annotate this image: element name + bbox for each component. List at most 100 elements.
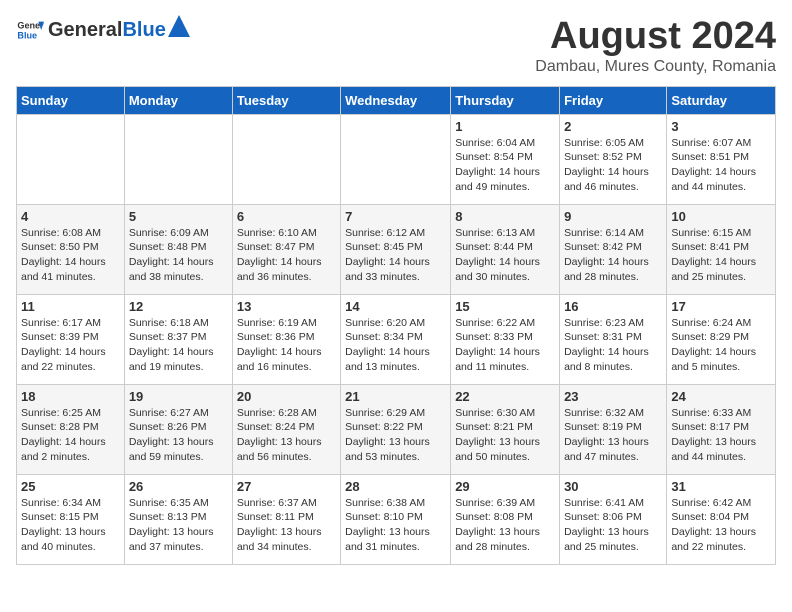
calendar-cell: 26 Sunrise: 6:35 AM Sunset: 8:13 PM Dayli… bbox=[124, 474, 232, 564]
day-info: Sunrise: 6:09 AM Sunset: 8:48 PM Dayligh… bbox=[129, 226, 228, 285]
calendar-cell: 31Sunrise: 6:42 AM Sunset: 8:04 PM Dayli… bbox=[667, 474, 776, 564]
calendar-cell: 12 Sunrise: 6:18 AM Sunset: 8:37 PM Dayli… bbox=[124, 294, 232, 384]
week-row-1: 1 Sunrise: 6:04 AM Sunset: 8:54 PM Daylig… bbox=[17, 114, 776, 204]
day-info: Sunrise: 6:37 AM Sunset: 8:11 PM Dayligh… bbox=[237, 496, 336, 555]
day-number: 14 bbox=[345, 299, 446, 314]
day-number: 20 bbox=[237, 389, 336, 404]
day-number: 28 bbox=[345, 479, 446, 494]
day-info: Sunrise: 6:20 AM Sunset: 8:34 PM Dayligh… bbox=[345, 316, 446, 375]
day-number: 15 bbox=[455, 299, 555, 314]
day-info: Sunrise: 6:24 AM Sunset: 8:29 PM Dayligh… bbox=[671, 316, 771, 375]
svg-text:Blue: Blue bbox=[17, 30, 37, 40]
day-info: Sunrise: 6:41 AM Sunset: 8:06 PM Dayligh… bbox=[564, 496, 662, 555]
day-info: Sunrise: 6:04 AM Sunset: 8:54 PM Dayligh… bbox=[455, 136, 555, 195]
calendar-cell: 10 Sunrise: 6:15 AM Sunset: 8:41 PM Dayli… bbox=[667, 204, 776, 294]
header: General Blue General Blue August 2024 Da… bbox=[16, 16, 776, 76]
day-number: 27 bbox=[237, 479, 336, 494]
day-info: Sunrise: 6:22 AM Sunset: 8:33 PM Dayligh… bbox=[455, 316, 555, 375]
day-info: Sunrise: 6:10 AM Sunset: 8:47 PM Dayligh… bbox=[237, 226, 336, 285]
day-number: 8 bbox=[455, 209, 555, 224]
calendar-cell: 15 Sunrise: 6:22 AM Sunset: 8:33 PM Dayli… bbox=[451, 294, 560, 384]
day-info: Sunrise: 6:08 AM Sunset: 8:50 PM Dayligh… bbox=[21, 226, 120, 285]
calendar-cell: 2 Sunrise: 6:05 AM Sunset: 8:52 PM Daylig… bbox=[560, 114, 667, 204]
calendar-cell: 14 Sunrise: 6:20 AM Sunset: 8:34 PM Dayli… bbox=[341, 294, 451, 384]
day-info: Sunrise: 6:23 AM Sunset: 8:31 PM Dayligh… bbox=[564, 316, 662, 375]
calendar-cell: 29 Sunrise: 6:39 AM Sunset: 8:08 PM Dayli… bbox=[451, 474, 560, 564]
col-header-saturday: Saturday bbox=[667, 86, 776, 114]
day-number: 7 bbox=[345, 209, 446, 224]
col-header-monday: Monday bbox=[124, 86, 232, 114]
calendar-cell: 30 Sunrise: 6:41 AM Sunset: 8:06 PM Dayli… bbox=[560, 474, 667, 564]
day-number: 18 bbox=[21, 389, 120, 404]
day-number: 9 bbox=[564, 209, 662, 224]
day-info: Sunrise: 6:27 AM Sunset: 8:26 PM Dayligh… bbox=[129, 406, 228, 465]
day-info: Sunrise: 6:42 AM Sunset: 8:04 PM Dayligh… bbox=[671, 496, 771, 555]
calendar-cell bbox=[124, 114, 232, 204]
calendar-cell: 27 Sunrise: 6:37 AM Sunset: 8:11 PM Dayli… bbox=[232, 474, 340, 564]
calendar-cell bbox=[232, 114, 340, 204]
day-info: Sunrise: 6:29 AM Sunset: 8:22 PM Dayligh… bbox=[345, 406, 446, 465]
day-number: 21 bbox=[345, 389, 446, 404]
calendar-header: SundayMondayTuesdayWednesdayThursdayFrid… bbox=[17, 86, 776, 114]
calendar-cell bbox=[17, 114, 125, 204]
calendar-cell: 18 Sunrise: 6:25 AM Sunset: 8:28 PM Dayli… bbox=[17, 384, 125, 474]
calendar-cell: 13Sunrise: 6:19 AM Sunset: 8:36 PM Dayli… bbox=[232, 294, 340, 384]
logo-general: General bbox=[48, 19, 122, 42]
title-area: August 2024 Dambau, Mures County, Romani… bbox=[535, 16, 776, 76]
calendar-cell bbox=[341, 114, 451, 204]
day-info: Sunrise: 6:35 AM Sunset: 8:13 PM Dayligh… bbox=[129, 496, 228, 555]
day-number: 5 bbox=[129, 209, 228, 224]
day-info: Sunrise: 6:34 AM Sunset: 8:15 PM Dayligh… bbox=[21, 496, 120, 555]
day-info: Sunrise: 6:05 AM Sunset: 8:52 PM Dayligh… bbox=[564, 136, 662, 195]
day-number: 1 bbox=[455, 119, 555, 134]
calendar-cell: 22 Sunrise: 6:30 AM Sunset: 8:21 PM Dayli… bbox=[451, 384, 560, 474]
day-info: Sunrise: 6:13 AM Sunset: 8:44 PM Dayligh… bbox=[455, 226, 555, 285]
day-info: Sunrise: 6:39 AM Sunset: 8:08 PM Dayligh… bbox=[455, 496, 555, 555]
day-number: 6 bbox=[237, 209, 336, 224]
week-row-2: 4 Sunrise: 6:08 AM Sunset: 8:50 PM Daylig… bbox=[17, 204, 776, 294]
day-info: Sunrise: 6:14 AM Sunset: 8:42 PM Dayligh… bbox=[564, 226, 662, 285]
week-row-3: 11Sunrise: 6:17 AM Sunset: 8:39 PM Dayli… bbox=[17, 294, 776, 384]
day-number: 12 bbox=[129, 299, 228, 314]
day-number: 26 bbox=[129, 479, 228, 494]
calendar-cell: 23Sunrise: 6:32 AM Sunset: 8:19 PM Dayli… bbox=[560, 384, 667, 474]
day-number: 16 bbox=[564, 299, 662, 314]
day-number: 4 bbox=[21, 209, 120, 224]
day-info: Sunrise: 6:18 AM Sunset: 8:37 PM Dayligh… bbox=[129, 316, 228, 375]
day-number: 29 bbox=[455, 479, 555, 494]
calendar-cell: 21 Sunrise: 6:29 AM Sunset: 8:22 PM Dayli… bbox=[341, 384, 451, 474]
calendar-cell: 28 Sunrise: 6:38 AM Sunset: 8:10 PM Dayli… bbox=[341, 474, 451, 564]
day-number: 2 bbox=[564, 119, 662, 134]
col-header-sunday: Sunday bbox=[17, 86, 125, 114]
day-number: 10 bbox=[671, 209, 771, 224]
day-number: 24 bbox=[671, 389, 771, 404]
logo-triangle-icon bbox=[168, 15, 190, 37]
day-info: Sunrise: 6:38 AM Sunset: 8:10 PM Dayligh… bbox=[345, 496, 446, 555]
calendar-cell: 1 Sunrise: 6:04 AM Sunset: 8:54 PM Daylig… bbox=[451, 114, 560, 204]
day-number: 25 bbox=[21, 479, 120, 494]
day-info: Sunrise: 6:19 AM Sunset: 8:36 PM Dayligh… bbox=[237, 316, 336, 375]
calendar-cell: 8 Sunrise: 6:13 AM Sunset: 8:44 PM Daylig… bbox=[451, 204, 560, 294]
main-title: August 2024 bbox=[535, 16, 776, 58]
logo: General Blue General Blue bbox=[16, 16, 190, 44]
day-info: Sunrise: 6:07 AM Sunset: 8:51 PM Dayligh… bbox=[671, 136, 771, 195]
day-number: 22 bbox=[455, 389, 555, 404]
day-number: 30 bbox=[564, 479, 662, 494]
day-number: 23 bbox=[564, 389, 662, 404]
calendar-cell: 17Sunrise: 6:24 AM Sunset: 8:29 PM Dayli… bbox=[667, 294, 776, 384]
col-header-thursday: Thursday bbox=[451, 86, 560, 114]
day-info: Sunrise: 6:30 AM Sunset: 8:21 PM Dayligh… bbox=[455, 406, 555, 465]
day-info: Sunrise: 6:15 AM Sunset: 8:41 PM Dayligh… bbox=[671, 226, 771, 285]
logo-blue: Blue bbox=[122, 19, 165, 42]
col-header-tuesday: Tuesday bbox=[232, 86, 340, 114]
subtitle: Dambau, Mures County, Romania bbox=[535, 58, 776, 76]
calendar-table: SundayMondayTuesdayWednesdayThursdayFrid… bbox=[16, 86, 776, 565]
logo-icon: General Blue bbox=[16, 16, 44, 44]
calendar-cell: 3Sunrise: 6:07 AM Sunset: 8:51 PM Daylig… bbox=[667, 114, 776, 204]
day-info: Sunrise: 6:25 AM Sunset: 8:28 PM Dayligh… bbox=[21, 406, 120, 465]
calendar-cell: 20Sunrise: 6:28 AM Sunset: 8:24 PM Dayli… bbox=[232, 384, 340, 474]
calendar-cell: 6 Sunrise: 6:10 AM Sunset: 8:47 PM Daylig… bbox=[232, 204, 340, 294]
calendar-cell: 7Sunrise: 6:12 AM Sunset: 8:45 PM Daylig… bbox=[341, 204, 451, 294]
calendar-cell: 5 Sunrise: 6:09 AM Sunset: 8:48 PM Daylig… bbox=[124, 204, 232, 294]
day-info: Sunrise: 6:17 AM Sunset: 8:39 PM Dayligh… bbox=[21, 316, 120, 375]
